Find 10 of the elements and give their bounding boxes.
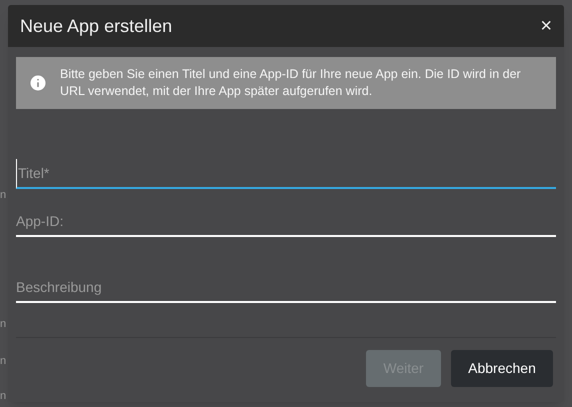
info-text: Bitte geben Sie einen Titel und eine App-ID für Ihre neue App ein. Die ID wird in der URL verwendet, mit der Ihre App später aufgerufen wird. [60, 66, 522, 100]
info-icon [28, 73, 48, 93]
background-text: n [0, 317, 8, 332]
background-text: n [0, 188, 8, 203]
background-text: n [0, 389, 8, 404]
dialog-title: Neue App erstellen [20, 14, 172, 38]
input-field[interactable]: Titel* [16, 159, 556, 189]
close-button[interactable]: × [540, 16, 552, 36]
background-text: n [0, 354, 8, 369]
cancel-button[interactable]: Abbrechen [451, 350, 553, 387]
